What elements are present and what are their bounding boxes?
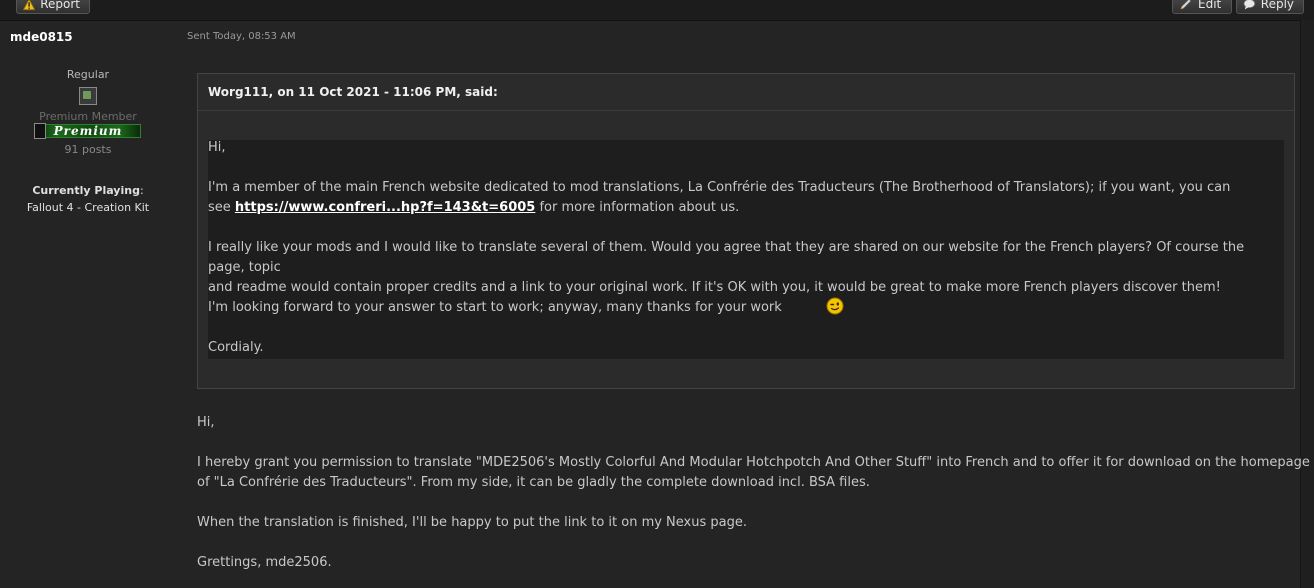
currently-playing-text: Currently Playing <box>32 184 140 197</box>
reply-line: of "La Confrérie des Traducteurs". From … <box>197 475 870 490</box>
reply-button[interactable]: Reply <box>1236 0 1304 14</box>
currently-playing-game: Fallout 4 - Creation Kit <box>26 201 150 214</box>
author-name[interactable]: mde0815 <box>10 30 73 44</box>
currently-playing-label: Currently Playing: <box>32 184 144 197</box>
member-type: Premium Member <box>39 110 137 123</box>
quote-line: see https://www.confreri...hp?f=143&t=60… <box>208 198 1230 218</box>
quote-paragraph-3: I'm looking forward to your answer to st… <box>208 297 844 318</box>
post-count: 91 posts <box>64 143 112 156</box>
reply-line: I hereby grant you permission to transla… <box>197 455 1310 470</box>
pencil-icon <box>1180 0 1192 10</box>
post-toolbar: Report Edit Reply <box>0 0 1314 21</box>
report-label: Report <box>40 0 80 11</box>
quote-paragraph-1: I'm a member of the main French website … <box>208 178 1230 218</box>
author-info-panel: Regular Premium Member Premium 91 posts … <box>0 66 176 214</box>
member-rank: Regular <box>66 68 110 81</box>
reply-label: Reply <box>1260 0 1294 11</box>
quote-line: I'm a member of the main French website … <box>208 180 1231 195</box>
quote-body: Hi, I'm a member of the main French webs… <box>208 140 1284 359</box>
edit-button[interactable]: Edit <box>1172 0 1232 14</box>
quote-block: Worg111, on 11 Oct 2021 - 11:06 PM, said… <box>197 73 1295 389</box>
quote-closing: Cordialy. <box>208 340 264 355</box>
reply-paragraph-2: When the translation is finished, I'll b… <box>197 515 747 530</box>
quote-greeting: Hi, <box>208 140 226 155</box>
edit-label: Edit <box>1198 0 1222 11</box>
quote-header: Worg111, on 11 Oct 2021 - 11:06 PM, said… <box>198 74 1294 111</box>
quote-paragraph-2: I really like your mods and I would like… <box>208 238 1284 298</box>
quote-text: I'm looking forward to your answer to st… <box>208 300 782 315</box>
post-timestamp: Sent Today, 08:53 AM <box>187 31 296 42</box>
premium-badge: Premium <box>34 123 141 139</box>
avatar[interactable] <box>79 87 97 105</box>
quote-text: for more information about us. <box>535 200 740 215</box>
confrerie-link[interactable]: https://www.confreri...hp?f=143&t=6005 <box>235 200 535 215</box>
quote-line: I really like your mods and I would like… <box>208 240 1245 275</box>
premium-badge-label: Premium <box>53 124 123 138</box>
scrollbar-track[interactable] <box>1300 20 1314 588</box>
speech-bubble-icon <box>1243 0 1256 10</box>
reply-greeting: Hi, <box>197 415 215 430</box>
reply-paragraph-1: I hereby grant you permission to transla… <box>197 453 1310 493</box>
reply-signoff: Grettings, mde2506. <box>197 555 332 570</box>
report-button[interactable]: Report <box>16 0 90 14</box>
quote-line: and readme would contain proper credits … <box>208 280 1221 295</box>
warning-icon <box>23 0 36 10</box>
quote-text: see <box>208 200 235 215</box>
wink-smiley-icon <box>826 297 844 315</box>
